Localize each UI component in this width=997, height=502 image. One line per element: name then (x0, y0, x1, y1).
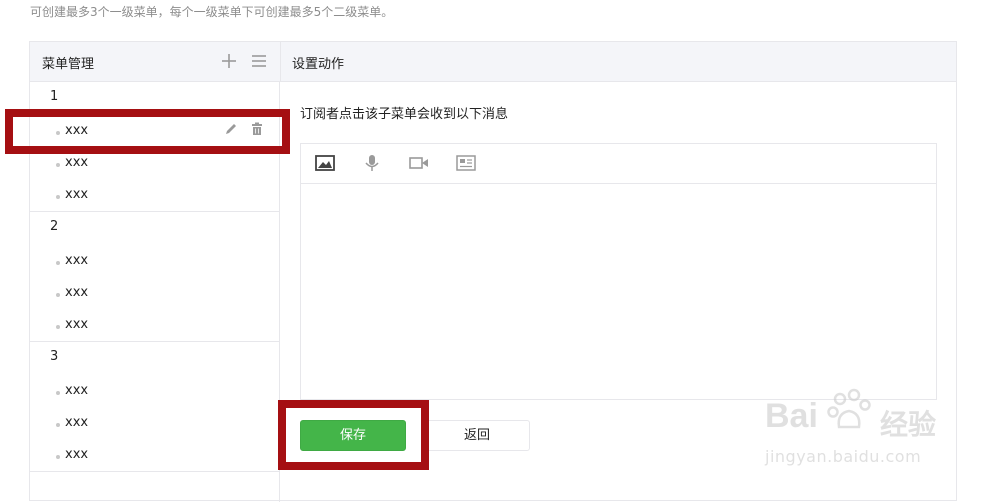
plus-icon[interactable] (220, 52, 238, 70)
submenu-label[interactable]: xxx (65, 317, 88, 332)
menu-group-2: 2 xxx xxx xxx (30, 212, 279, 342)
article-icon[interactable] (456, 154, 476, 172)
bullet-dot (56, 455, 60, 459)
submenu-item[interactable]: xxx (56, 413, 276, 441)
menu-group-3: 3 xxx xxx xxx (30, 342, 279, 472)
menu-group-label[interactable]: 2 (50, 219, 58, 234)
bullet-dot (56, 195, 60, 199)
video-icon[interactable] (409, 154, 429, 172)
image-icon[interactable] (315, 154, 335, 172)
menu-management-title: 菜单管理 (42, 57, 95, 72)
message-type-toolbar (301, 144, 936, 184)
menu-group-label[interactable]: 3 (50, 349, 58, 364)
bullet-dot (56, 163, 60, 167)
submenu-label[interactable]: xxx (65, 155, 88, 170)
set-action-header: 设置动作 (280, 42, 956, 82)
baidu-jingyan-watermark: Bai 经验 jingyan.baidu.com (765, 385, 945, 475)
list-icon[interactable] (250, 52, 268, 70)
set-action-title: 设置动作 (292, 57, 345, 72)
highlight-box-submenu (5, 109, 290, 154)
bullet-dot (56, 391, 60, 395)
bullet-dot (56, 423, 60, 427)
submenu-item[interactable]: xxx (56, 153, 276, 181)
watermark-url: jingyan.baidu.com (765, 447, 922, 466)
submenu-label[interactable]: xxx (65, 253, 88, 268)
submenu-label[interactable]: xxx (65, 383, 88, 398)
paw-icon (827, 388, 871, 429)
bullet-dot (56, 293, 60, 297)
submenu-label[interactable]: xxx (65, 187, 88, 202)
submenu-item[interactable]: xxx (56, 315, 276, 343)
watermark-brand2: 经验 (880, 408, 937, 441)
bullet-dot (56, 261, 60, 265)
submenu-label[interactable]: xxx (65, 447, 88, 462)
bullet-dot (56, 325, 60, 329)
watermark-brand: Bai (765, 397, 818, 435)
menu-group-label[interactable]: 1 (50, 89, 58, 104)
submenu-label[interactable]: xxx (65, 415, 88, 430)
submenu-item[interactable]: xxx (56, 445, 276, 473)
message-editor[interactable] (300, 143, 937, 400)
submenu-item[interactable]: xxx (56, 251, 276, 279)
microphone-icon[interactable] (362, 154, 382, 172)
submenu-label[interactable]: xxx (65, 285, 88, 300)
submenu-item[interactable]: xxx (56, 185, 276, 213)
highlight-box-save (278, 400, 429, 470)
action-prompt-text: 订阅者点击该子菜单会收到以下消息 (300, 107, 509, 122)
submenu-item[interactable]: xxx (56, 381, 276, 409)
submenu-item[interactable]: xxx (56, 283, 276, 311)
menu-management-header: 菜单管理 (30, 42, 280, 82)
menu-limit-notice: 可创建最多3个一级菜单，每个一级菜单下可创建最多5个二级菜单。 (30, 5, 394, 19)
back-button[interactable]: 返回 (424, 420, 530, 451)
